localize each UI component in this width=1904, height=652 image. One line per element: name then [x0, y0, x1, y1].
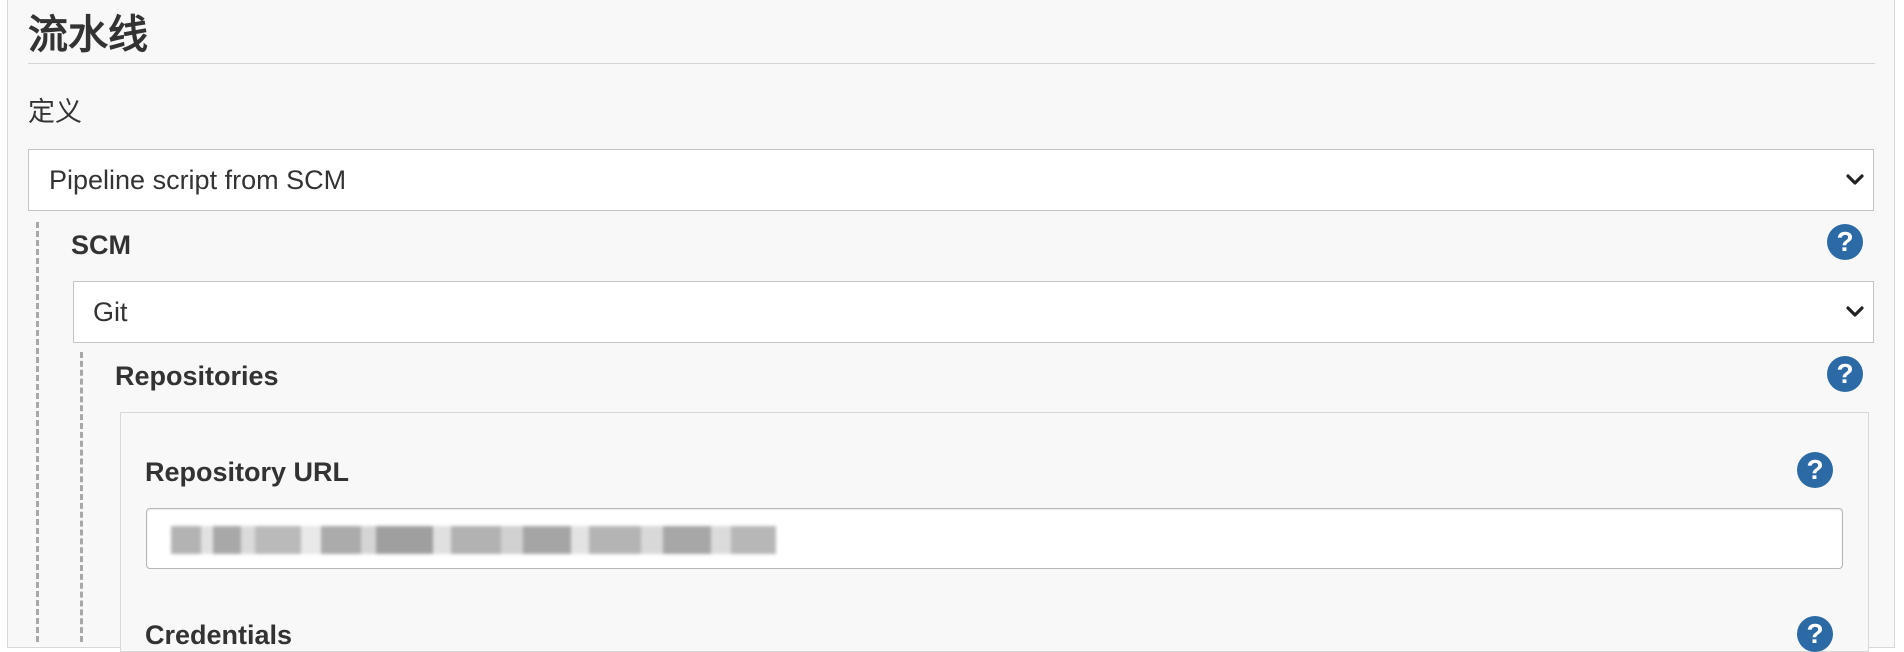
help-icon[interactable]: ?	[1797, 452, 1833, 488]
section-divider	[28, 63, 1875, 64]
scm-select[interactable]: Git	[73, 281, 1874, 343]
help-icon[interactable]: ?	[1827, 224, 1863, 260]
chevron-down-icon	[1846, 306, 1864, 317]
repository-url-input[interactable]	[146, 508, 1843, 569]
scm-label: SCM	[71, 230, 131, 260]
definition-select-value: Pipeline script from SCM	[49, 165, 347, 195]
repository-url-label: Repository URL	[145, 457, 350, 487]
chevron-down-icon	[1846, 174, 1864, 185]
repositories-label: Repositories	[115, 361, 279, 391]
help-icon[interactable]: ?	[1797, 616, 1833, 652]
redacted-url-blur	[171, 526, 776, 554]
definition-select[interactable]: Pipeline script from SCM	[28, 149, 1874, 211]
section-title: 流水线	[28, 12, 148, 58]
help-icon[interactable]: ?	[1827, 356, 1863, 392]
scm-nesting-line	[36, 222, 39, 642]
definition-label: 定义	[28, 97, 82, 127]
credentials-label: Credentials	[145, 620, 293, 650]
git-nesting-line	[80, 352, 83, 642]
scm-select-value: Git	[93, 297, 128, 327]
